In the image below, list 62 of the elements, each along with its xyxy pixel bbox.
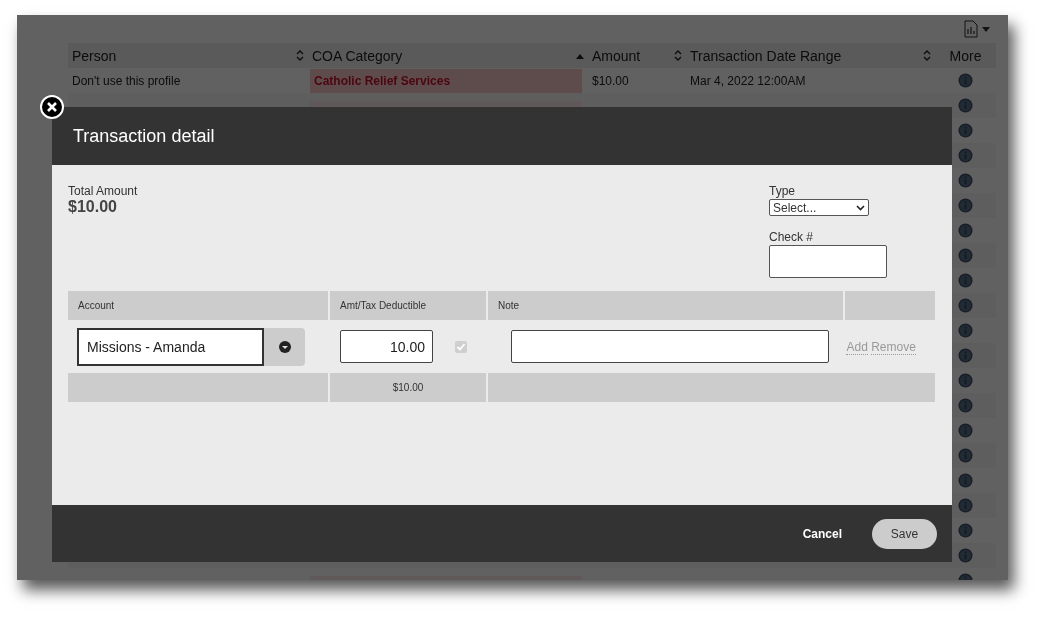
- sort-icon[interactable]: [674, 50, 682, 61]
- column-header[interactable]: Person: [72, 47, 117, 64]
- info-icon[interactable]: [958, 223, 973, 238]
- column-header: Note: [498, 300, 520, 311]
- column-header-cell[interactable]: Amount: [588, 43, 686, 68]
- tax-deductible-checkbox[interactable]: [454, 340, 467, 353]
- export-document-icon[interactable]: [964, 20, 978, 38]
- amount-text: $10.00: [592, 73, 629, 88]
- info-icon[interactable]: [958, 448, 973, 463]
- total-amount-value: $10.00: [68, 198, 118, 216]
- type-select[interactable]: Select...: [769, 199, 869, 216]
- info-icon[interactable]: [958, 373, 973, 388]
- person-name: Don't use this profile: [72, 73, 181, 88]
- remove-link[interactable]: Remove: [871, 339, 916, 355]
- sort-icon[interactable]: [923, 50, 931, 61]
- sort-ascending-icon[interactable]: [576, 52, 584, 59]
- amount-field[interactable]: 10.00: [339, 330, 433, 363]
- info-icon[interactable]: [958, 123, 973, 138]
- category-tag: Catholic Relief Services: [310, 68, 582, 93]
- column-header[interactable]: Amount: [592, 47, 641, 64]
- add-link[interactable]: Add: [846, 339, 868, 355]
- info-icon[interactable]: [958, 473, 973, 488]
- info-icon[interactable]: [958, 248, 973, 263]
- account-field[interactable]: Missions - Amanda: [77, 327, 264, 366]
- date-text: Mar 4, 2022 12:00AM: [690, 73, 806, 88]
- caret-icon: [278, 340, 291, 353]
- type-label: Type: [769, 184, 796, 198]
- column-header-cell[interactable]: Person: [68, 43, 308, 68]
- column-header-cell[interactable]: More: [935, 43, 996, 68]
- info-icon[interactable]: [958, 173, 973, 188]
- info-icon[interactable]: [958, 148, 973, 163]
- info-icon[interactable]: [958, 98, 973, 113]
- info-icon[interactable]: [958, 348, 973, 363]
- amount-total: $10.00: [392, 382, 424, 393]
- save-button[interactable]: Save: [872, 518, 937, 549]
- info-icon[interactable]: [958, 423, 973, 438]
- sort-icon[interactable]: [296, 50, 304, 61]
- info-icon[interactable]: [958, 548, 973, 563]
- column-header-cell[interactable]: COA Category: [308, 43, 588, 68]
- caret-icon[interactable]: [982, 26, 990, 32]
- total-amount-label: Total Amount: [68, 184, 138, 198]
- column-header[interactable]: Transaction Date Range: [690, 47, 842, 64]
- info-icon[interactable]: [958, 298, 973, 313]
- info-icon[interactable]: [958, 323, 973, 338]
- check-number-field[interactable]: [769, 245, 887, 278]
- note-field[interactable]: [510, 330, 829, 363]
- column-header: Account: [78, 300, 115, 311]
- column-header[interactable]: COA Category: [312, 47, 403, 64]
- cancel-button[interactable]: Cancel: [802, 522, 842, 545]
- info-icon[interactable]: [958, 73, 973, 88]
- info-icon[interactable]: [958, 273, 973, 288]
- info-icon[interactable]: [958, 498, 973, 513]
- column-header: Amt/Tax Deductible: [340, 300, 427, 311]
- info-icon[interactable]: [958, 398, 973, 413]
- info-icon[interactable]: [958, 198, 973, 213]
- account-dropdown-button[interactable]: [264, 327, 305, 366]
- dialog-title: Transaction detail: [73, 125, 215, 147]
- info-icon[interactable]: [958, 523, 973, 538]
- column-header[interactable]: More: [949, 47, 982, 64]
- check-number-label: Check #: [769, 230, 815, 244]
- chevron-icon: [856, 204, 865, 211]
- column-header-cell[interactable]: Transaction Date Range: [686, 43, 935, 68]
